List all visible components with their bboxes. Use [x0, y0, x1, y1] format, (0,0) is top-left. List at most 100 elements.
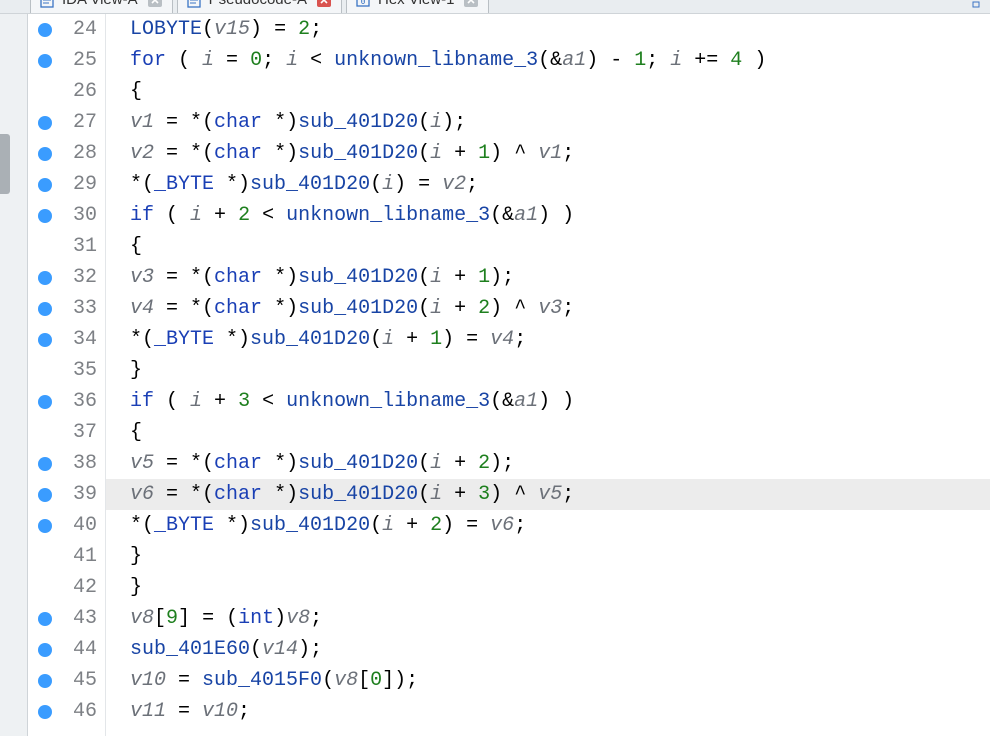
gutter-line[interactable]: 24	[28, 14, 105, 45]
gutter-line[interactable]: 40	[28, 510, 105, 541]
token-op: +	[442, 142, 478, 165]
breakpoint-icon[interactable]	[38, 178, 52, 192]
token-kw: for	[130, 49, 166, 72]
gutter-line[interactable]: 42	[28, 572, 105, 603]
token-pn: }	[130, 576, 142, 599]
code-line[interactable]: {	[106, 231, 990, 262]
gutter-line[interactable]: 32	[28, 262, 105, 293]
code-line[interactable]: LOBYTE(v15) = 2;	[106, 14, 990, 45]
token-fn: unknown_libname_3	[286, 390, 490, 413]
line-number: 33	[73, 297, 97, 320]
gutter-line[interactable]: 37	[28, 417, 105, 448]
breakpoint-icon[interactable]	[38, 333, 52, 347]
code-line[interactable]: v4 = *(char *)sub_401D20(i + 2) ^ v3;	[106, 293, 990, 324]
left-rail[interactable]	[0, 14, 28, 736]
code-line[interactable]: for ( i = 0; i < unknown_libname_3(&a1) …	[106, 45, 990, 76]
gutter-line[interactable]: 30	[28, 200, 105, 231]
gutter-line[interactable]: 45	[28, 665, 105, 696]
token-pn: ;	[562, 297, 574, 320]
code-line[interactable]: v2 = *(char *)sub_401D20(i + 1) ^ v1;	[106, 138, 990, 169]
token-op: *)	[262, 111, 298, 134]
code-line[interactable]: v10 = sub_4015F0(v8[0]);	[106, 665, 990, 696]
tab-ida-view[interactable]: IDA View-A	[30, 0, 173, 14]
breakpoint-icon[interactable]	[38, 488, 52, 502]
token-pn: ;	[310, 18, 322, 41]
close-icon[interactable]	[317, 0, 331, 7]
gutter-line[interactable]: 25	[28, 45, 105, 76]
code-line[interactable]: v11 = v10;	[106, 696, 990, 727]
token-num: 1	[478, 142, 490, 165]
gutter-line[interactable]: 26	[28, 76, 105, 107]
gutter-line[interactable]: 36	[28, 386, 105, 417]
token-ty: char	[214, 111, 262, 134]
gutter-line[interactable]: 35	[28, 355, 105, 386]
code-line[interactable]: v6 = *(char *)sub_401D20(i + 3) ^ v5;	[106, 479, 990, 510]
breakpoint-icon[interactable]	[38, 457, 52, 471]
close-icon[interactable]	[148, 0, 162, 7]
token-op: =	[154, 483, 190, 506]
breakpoint-icon[interactable]	[38, 519, 52, 533]
code-line[interactable]: {	[106, 76, 990, 107]
gutter-line[interactable]: 27	[28, 107, 105, 138]
breakpoint-icon[interactable]	[38, 116, 52, 130]
token-id: a1	[514, 390, 538, 413]
code-body[interactable]: LOBYTE(v15) = 2; for ( i = 0; i < unknow…	[106, 14, 990, 736]
token-pn: (	[166, 49, 202, 72]
gutter-line[interactable]: 38	[28, 448, 105, 479]
code-line[interactable]: sub_401E60(v14);	[106, 634, 990, 665]
breakpoint-icon[interactable]	[38, 209, 52, 223]
code-line[interactable]: v8[9] = (int)v8;	[106, 603, 990, 634]
token-ty: _BYTE	[154, 328, 214, 351]
tab-structures[interactable]	[968, 0, 984, 14]
rail-handle-icon[interactable]	[0, 134, 10, 194]
token-pn: ;	[466, 173, 478, 196]
code-line[interactable]: if ( i + 3 < unknown_libname_3(&a1) )	[106, 386, 990, 417]
token-pn: ;	[310, 607, 322, 630]
gutter-line[interactable]: 43	[28, 603, 105, 634]
code-line[interactable]: if ( i + 2 < unknown_libname_3(&a1) )	[106, 200, 990, 231]
breakpoint-icon[interactable]	[38, 643, 52, 657]
close-icon[interactable]	[464, 0, 478, 7]
breakpoint-icon[interactable]	[38, 612, 52, 626]
gutter-line[interactable]: 33	[28, 293, 105, 324]
code-line[interactable]: v5 = *(char *)sub_401D20(i + 2);	[106, 448, 990, 479]
tab-pseudocode[interactable]: Pseudocode-A	[177, 0, 342, 14]
breakpoint-icon[interactable]	[38, 23, 52, 37]
gutter-line[interactable]: 29	[28, 169, 105, 200]
gutter-line[interactable]: 34	[28, 324, 105, 355]
breakpoint-icon[interactable]	[38, 147, 52, 161]
tab-hex-view[interactable]: 0 Hex View-1	[346, 0, 489, 14]
code-line[interactable]: v1 = *(char *)sub_401D20(i);	[106, 107, 990, 138]
breakpoint-icon[interactable]	[38, 54, 52, 68]
code-line[interactable]: {	[106, 417, 990, 448]
gutter-line[interactable]: 31	[28, 231, 105, 262]
gutter-line[interactable]: 44	[28, 634, 105, 665]
code-line[interactable]: *(_BYTE *)sub_401D20(i) = v2;	[106, 169, 990, 200]
token-ty: char	[214, 452, 262, 475]
breakpoint-icon[interactable]	[38, 302, 52, 316]
token-op: +	[442, 483, 478, 506]
code-editor[interactable]: 242526272829303132 33 3435 36 37383940414243…	[28, 14, 990, 736]
tab-label: Pseudocode-A	[209, 0, 307, 8]
token-num: 0	[370, 669, 382, 692]
code-line[interactable]: *(_BYTE *)sub_401D20(i + 2) = v6;	[106, 510, 990, 541]
token-id: i	[202, 49, 214, 72]
token-pn: {	[130, 80, 142, 103]
breakpoint-icon[interactable]	[38, 705, 52, 719]
gutter-line[interactable]: 46	[28, 696, 105, 727]
code-line[interactable]: }	[106, 355, 990, 386]
code-line[interactable]: }	[106, 572, 990, 603]
breakpoint-icon[interactable]	[38, 674, 52, 688]
gutter-line[interactable]: 28	[28, 138, 105, 169]
token-pn: [	[358, 669, 370, 692]
breakpoint-icon[interactable]	[38, 271, 52, 285]
gutter-line[interactable]: 39	[28, 479, 105, 510]
breakpoint-icon[interactable]	[38, 395, 52, 409]
code-line[interactable]: *(_BYTE *)sub_401D20(i + 1) = v4;	[106, 324, 990, 355]
gutter-line[interactable]: 41	[28, 541, 105, 572]
token-pn: ;	[514, 514, 526, 537]
line-number: 36	[73, 390, 97, 413]
code-line[interactable]: v3 = *(char *)sub_401D20(i + 1);	[106, 262, 990, 293]
code-line[interactable]: }	[106, 541, 990, 572]
token-id: v15	[214, 18, 250, 41]
